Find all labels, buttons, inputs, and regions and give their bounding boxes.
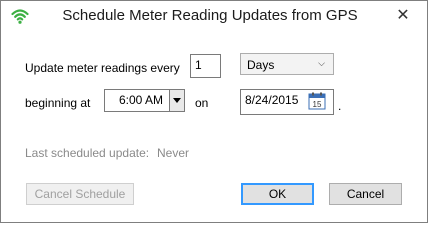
calendar-icon[interactable]: 15: [308, 92, 326, 110]
interval-unit-value: Days: [247, 58, 275, 72]
time-dropdown-button[interactable]: [169, 89, 185, 112]
dialog-content: Update meter readings every 1 Days ⌵ beg…: [1, 31, 427, 222]
calendar-day-text: 15: [313, 100, 322, 109]
beginning-at-label: beginning at: [25, 96, 91, 110]
title-bar[interactable]: Schedule Meter Reading Updates from GPS …: [1, 1, 427, 31]
trailing-period: .: [338, 99, 342, 113]
update-every-label: Update meter readings every: [25, 61, 180, 75]
cancel-schedule-button[interactable]: Cancel Schedule: [26, 183, 134, 205]
interval-unit-select[interactable]: Days ⌵: [240, 53, 334, 75]
triangle-down-icon: [173, 97, 181, 103]
dialog-window: Schedule Meter Reading Updates from GPS …: [0, 0, 428, 223]
last-update-label: Last scheduled update:: [25, 146, 150, 160]
last-update-value: Never: [157, 146, 190, 160]
wifi-icon: [11, 9, 29, 24]
close-button[interactable]: ✕: [389, 3, 417, 27]
chevron-down-icon: ⌵: [318, 58, 325, 68]
interval-input[interactable]: 1: [190, 54, 221, 78]
close-icon: ✕: [396, 7, 410, 24]
ok-button[interactable]: OK: [241, 183, 314, 205]
window-title: Schedule Meter Reading Updates from GPS: [62, 7, 358, 24]
start-time-input[interactable]: 6:00 AM: [104, 89, 171, 112]
cancel-button[interactable]: Cancel: [329, 183, 402, 205]
on-label: on: [195, 96, 209, 110]
